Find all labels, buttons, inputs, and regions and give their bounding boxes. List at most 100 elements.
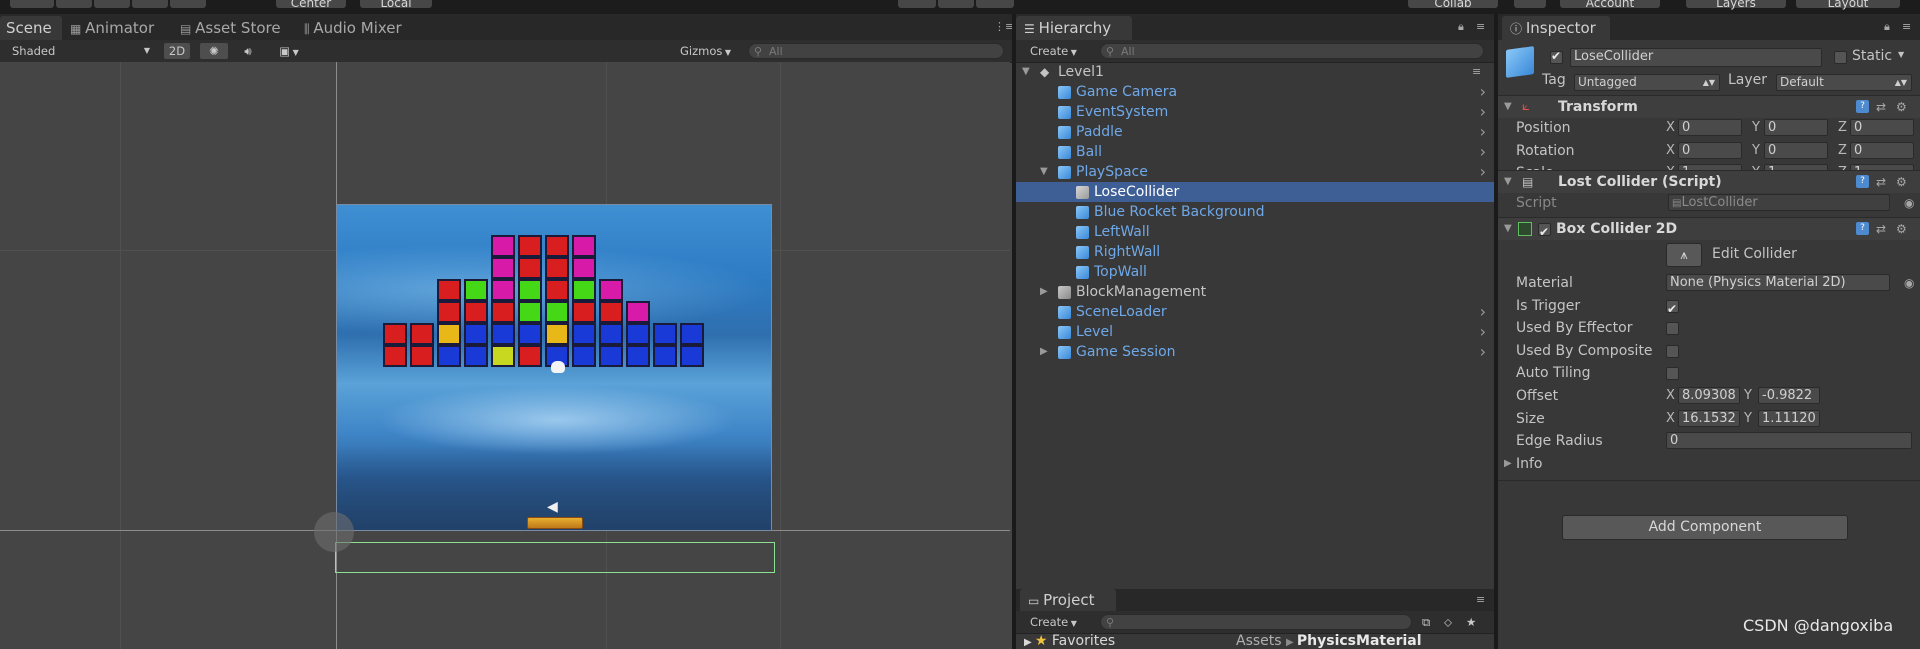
hierarchy-item[interactable]: Blue Rocket Background xyxy=(1016,202,1494,222)
edit-collider-button[interactable]: ⩚ xyxy=(1666,243,1702,267)
pause-button[interactable] xyxy=(938,0,974,8)
fold-arrow-icon[interactable]: ▶ xyxy=(1040,282,1048,302)
project-create-dropdown[interactable]: Create ▼ xyxy=(1030,614,1090,630)
breadcrumb-physics-material[interactable]: PhysicsMaterial xyxy=(1297,633,1422,649)
lock-icon[interactable]: 🔒︎ xyxy=(1458,21,1472,32)
account-button[interactable]: Account xyxy=(1560,0,1660,10)
effects-dropdown[interactable]: ▣ ▼ xyxy=(268,43,310,59)
static-checkbox[interactable] xyxy=(1834,51,1847,64)
hierarchy-item[interactable]: Paddle › xyxy=(1016,122,1494,142)
hierarchy-item[interactable]: LeftWall xyxy=(1016,222,1494,242)
object-picker-icon[interactable]: ◉ xyxy=(1904,272,1914,294)
shading-mode-dropdown[interactable]: Shaded ▼ xyxy=(12,43,152,59)
scene-root-row[interactable]: ▼ ◆ Level1 ≡ xyxy=(1016,62,1494,82)
project-search-input[interactable]: ⚲ xyxy=(1100,614,1412,630)
hierarchy-item[interactable]: TopWall xyxy=(1016,262,1494,282)
create-dropdown[interactable]: Create ▼ xyxy=(1030,43,1090,59)
fold-arrow-icon[interactable]: ▶ xyxy=(1024,637,1035,648)
chevron-right-icon[interactable]: › xyxy=(1480,322,1486,342)
favorites-row[interactable]: ▶ ★ Favorites xyxy=(1024,633,1115,649)
active-checkbox[interactable] xyxy=(1550,49,1563,64)
chevron-right-icon[interactable]: › xyxy=(1480,82,1486,102)
tab-project[interactable]: ▭ Project xyxy=(1020,589,1116,611)
space-toggle[interactable]: Local xyxy=(360,0,432,10)
lose-collider-gizmo[interactable] xyxy=(335,542,775,573)
mode-2d-toggle[interactable]: 2D xyxy=(164,43,190,59)
preset-icon[interactable]: ⇄ xyxy=(1876,171,1886,193)
filter-label-icon[interactable]: ⬦ xyxy=(1444,614,1462,630)
chevron-right-icon[interactable]: › xyxy=(1480,342,1486,362)
pivot-toggle[interactable]: Center xyxy=(276,0,346,10)
object-name-field[interactable]: LoseCollider xyxy=(1570,48,1822,67)
offset-x-field[interactable]: 8.09308 xyxy=(1678,387,1740,404)
size-y-field[interactable]: 1.11120 xyxy=(1758,410,1820,427)
breadcrumb-assets[interactable]: Assets xyxy=(1236,633,1282,649)
panel-menu-icon[interactable]: ≡ xyxy=(1476,21,1490,32)
step-button[interactable] xyxy=(976,0,1014,8)
fold-arrow-icon[interactable]: ▼ xyxy=(1504,218,1512,240)
tab-hierarchy[interactable]: ☰ Hierarchy xyxy=(1016,16,1132,40)
info-row[interactable]: ▶ Info xyxy=(1498,453,1920,475)
collab-button[interactable]: Collab xyxy=(1408,0,1498,10)
panel-menu-icon[interactable]: ≡ xyxy=(1902,21,1916,32)
tab-inspector[interactable]: ⓘ Inspector xyxy=(1502,16,1610,40)
rect-tool-button[interactable] xyxy=(170,0,206,8)
hierarchy-item[interactable]: EventSystem › xyxy=(1016,102,1494,122)
transform-x-field[interactable]: 0 xyxy=(1678,119,1742,136)
hierarchy-item[interactable]: RightWall xyxy=(1016,242,1494,262)
script-field[interactable]: ▤LostCollider xyxy=(1668,194,1890,211)
hierarchy-item[interactable]: Ball › xyxy=(1016,142,1494,162)
gear-icon[interactable]: ⚙ xyxy=(1896,96,1907,118)
scene-viewport[interactable]: ◀ xyxy=(0,62,1010,649)
transform-y-field[interactable]: 0 xyxy=(1764,141,1828,159)
transform-y-field[interactable]: 0 xyxy=(1764,119,1828,136)
hierarchy-item[interactable]: Game Camera › xyxy=(1016,82,1494,102)
lock-icon[interactable]: 🔒︎ xyxy=(1884,21,1898,32)
tag-dropdown[interactable]: Untagged ▲▼ xyxy=(1574,74,1720,91)
hierarchy-search-input[interactable]: ⚲ All xyxy=(1100,43,1484,59)
audio-toggle[interactable]: 🔊︎ xyxy=(234,43,262,59)
transform-z-field[interactable]: 0 xyxy=(1850,119,1914,136)
add-component-button[interactable]: Add Component xyxy=(1562,515,1848,540)
chevron-right-icon[interactable]: › xyxy=(1480,302,1486,322)
panel-menu-icon[interactable]: ⋮≡ xyxy=(994,21,1012,32)
preset-icon[interactable]: ⇄ xyxy=(1876,96,1886,118)
chevron-right-icon[interactable]: › xyxy=(1480,102,1486,122)
fold-arrow-icon[interactable]: ▼ xyxy=(1040,162,1048,182)
tab-scene[interactable]: Scene xyxy=(0,16,62,40)
filter-type-icon[interactable]: ⧉ xyxy=(1422,614,1440,630)
gear-icon[interactable]: ⚙ xyxy=(1896,218,1907,240)
help-icon[interactable]: ? xyxy=(1856,222,1869,235)
hierarchy-item[interactable]: ▶ Game Session › xyxy=(1016,342,1494,362)
lighting-toggle[interactable]: ✺ xyxy=(200,43,228,59)
chevron-down-icon[interactable]: ▼ xyxy=(1898,50,1904,59)
collider-enabled-checkbox[interactable] xyxy=(1538,221,1551,243)
scene-menu-icon[interactable]: ≡ xyxy=(1472,66,1486,77)
tab-asset-store[interactable]: ▤ Asset Store xyxy=(180,16,290,40)
cloud-button[interactable] xyxy=(1514,0,1546,8)
star-icon[interactable]: ★ xyxy=(1466,614,1484,630)
scale-tool-button[interactable] xyxy=(132,0,168,8)
play-button[interactable] xyxy=(898,0,936,8)
is-trigger-checkbox[interactable] xyxy=(1666,298,1679,320)
hierarchy-item[interactable]: ▼ PlaySpace › xyxy=(1016,162,1494,182)
layers-button[interactable]: Layers xyxy=(1686,0,1786,10)
hierarchy-item[interactable]: LoseCollider xyxy=(1016,182,1494,202)
chevron-right-icon[interactable]: › xyxy=(1480,122,1486,142)
help-icon[interactable]: ? xyxy=(1856,175,1869,188)
panel-menu-icon[interactable]: ≡ xyxy=(1476,594,1490,605)
offset-y-field[interactable]: -0.9822 xyxy=(1758,387,1820,404)
object-picker-icon[interactable]: ◉ xyxy=(1904,192,1914,214)
transform-x-field[interactable]: 0 xyxy=(1678,141,1742,159)
help-icon[interactable]: ? xyxy=(1856,100,1869,113)
material-field[interactable]: None (Physics Material 2D) xyxy=(1666,274,1890,291)
gizmo-handle[interactable] xyxy=(314,512,354,552)
used-by-composite-checkbox[interactable] xyxy=(1666,345,1679,358)
transform-z-field[interactable]: 0 xyxy=(1850,141,1914,159)
fold-arrow-icon[interactable]: ▼ xyxy=(1504,96,1512,118)
layer-dropdown[interactable]: Default ▲▼ xyxy=(1776,74,1912,91)
auto-tiling-checkbox[interactable] xyxy=(1666,367,1679,380)
fold-arrow-icon[interactable]: ▶ xyxy=(1504,453,1512,475)
edge-radius-field[interactable]: 0 xyxy=(1666,432,1912,449)
box-collider-header[interactable]: ▼ Box Collider 2D ? ⇄ ⚙ xyxy=(1498,217,1920,243)
